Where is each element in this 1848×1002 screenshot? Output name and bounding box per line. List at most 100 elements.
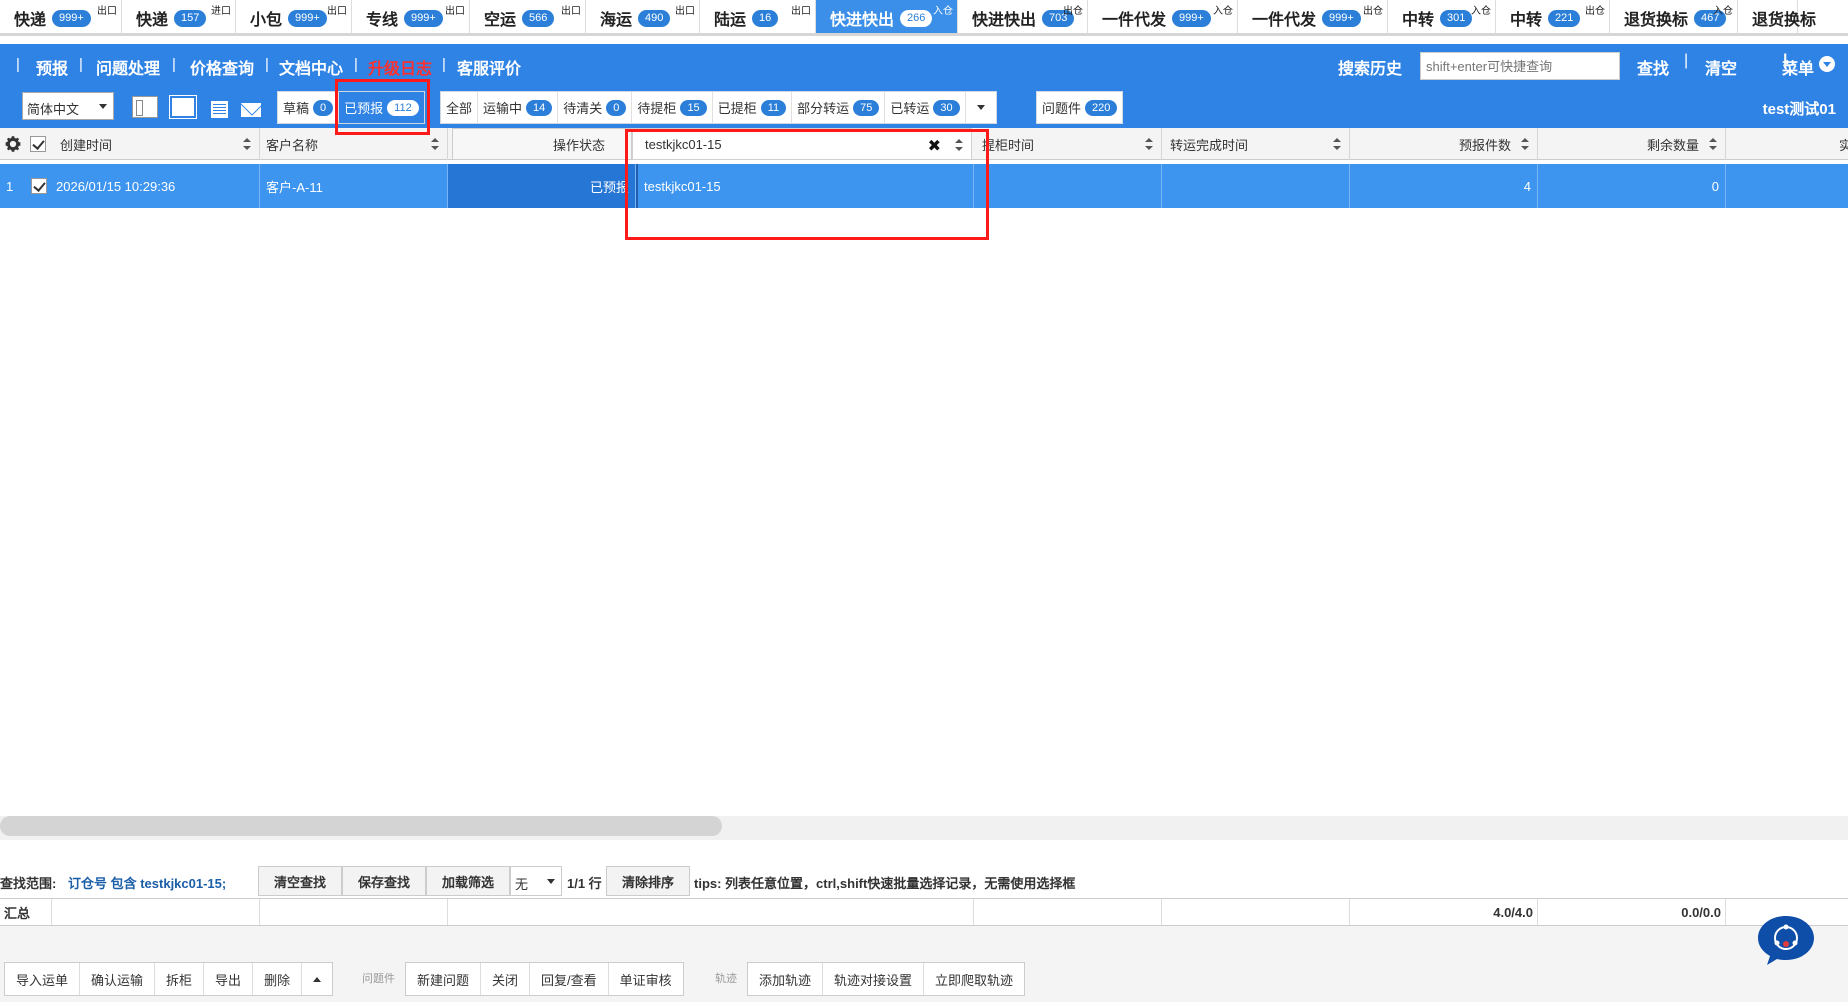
status-filter-button[interactable]: 问题件 220 [1037, 92, 1122, 123]
saved-filter-select[interactable]: 无 [510, 866, 562, 896]
chat-support-icon[interactable] [1756, 914, 1816, 966]
chevron-down-icon[interactable] [1819, 56, 1835, 72]
module-tab[interactable]: 快递 157 进口 [122, 0, 236, 33]
toolbar-button[interactable]: 添加轨迹 [748, 963, 824, 995]
sort-icon[interactable] [1145, 138, 1153, 150]
toolbar-button[interactable]: 立即爬取轨迹 [924, 963, 1024, 995]
column-header-remaining[interactable]: 剩余数量 [1538, 128, 1726, 160]
list-icon[interactable] [211, 101, 228, 118]
count-badge: 16 [752, 9, 779, 27]
status-filter-button[interactable]: 草稿 0 [278, 92, 340, 123]
column-header-transfer-time[interactable]: 转运完成时间 [1162, 128, 1350, 160]
scrollbar-thumb[interactable] [0, 816, 722, 836]
module-tab[interactable]: 小包 999+ 出口 [236, 0, 352, 33]
toolbar-button[interactable]: 轨迹对接设置 [823, 963, 925, 995]
module-tab[interactable]: 专线 999+ 出口 [352, 0, 470, 33]
single-view-icon[interactable] [169, 95, 197, 119]
module-tab[interactable]: 一件代发 999+ 入仓 [1088, 0, 1238, 33]
sort-icon[interactable] [955, 139, 963, 151]
toolbar-button[interactable]: 确认运输 [80, 963, 156, 995]
module-tab[interactable]: 一件代发 999+ 出仓 [1238, 0, 1388, 33]
module-tab[interactable]: 快递 999+ 出口 [0, 0, 122, 33]
sort-icon[interactable] [243, 138, 251, 150]
module-tab[interactable]: 退货换标 [1738, 0, 1816, 33]
module-tab[interactable]: 空运 566 出口 [470, 0, 586, 33]
language-select[interactable]: 简体中文 [22, 92, 114, 120]
status-filter-button[interactable]: 待提柜 15 [632, 92, 713, 123]
toolbar-button[interactable]: 回复/查看 [530, 963, 609, 995]
sort-icon[interactable] [1521, 138, 1529, 150]
column-header-forecast-qty[interactable]: 预报件数 [1350, 128, 1538, 160]
gear-icon[interactable] [4, 135, 22, 153]
search-history-button[interactable]: 搜索历史 [1338, 55, 1402, 79]
nav-item-problem-handling[interactable]: 问题处理 [96, 55, 160, 79]
module-tab[interactable]: 中转 301 入仓 [1388, 0, 1496, 33]
sort-icon[interactable] [1333, 138, 1341, 150]
nav-item-forecast[interactable]: 预报 [36, 55, 68, 79]
count-badge: 490 [638, 9, 671, 27]
mail-icon[interactable] [240, 102, 262, 118]
module-tab-label: 空运 [484, 12, 517, 29]
toolbar-button[interactable]: 新建问题 [406, 963, 482, 995]
select-all-checkbox[interactable] [30, 136, 46, 152]
column-header-received[interactable]: 实收 [1726, 128, 1848, 160]
summary-label: 汇总 [0, 899, 52, 925]
module-tab[interactable]: 海运 490 出口 [586, 0, 700, 33]
quick-search-input[interactable] [1420, 52, 1620, 80]
clear-button[interactable]: 清空 [1705, 55, 1737, 79]
toolbar-button[interactable]: 拆柜 [155, 963, 205, 995]
nav-item-service-review[interactable]: 客服评价 [457, 55, 521, 79]
chevron-down-icon [547, 879, 555, 884]
row-count: 1/1 行 [567, 876, 602, 891]
status-filter-button[interactable]: 部分转运 75 [792, 92, 886, 123]
module-tab[interactable]: 退货换标 467 入仓 [1610, 0, 1738, 33]
module-tab[interactable]: 中转 221 出仓 [1496, 0, 1610, 33]
status-filter-button[interactable]: 已预报 112 [339, 92, 424, 123]
nav-item-changelog[interactable]: 升级日志 [368, 55, 432, 79]
module-tab-tag: 入仓 [1713, 6, 1733, 17]
column-header-customer[interactable]: 客户名称 [260, 128, 448, 160]
split-view-icon[interactable] [132, 96, 158, 118]
count-badge: 112 [387, 99, 419, 116]
nav-item-doc-center[interactable]: 文档中心 [279, 55, 343, 79]
nav-item-price-query[interactable]: 价格查询 [190, 55, 254, 79]
nav-separator: | [16, 56, 20, 73]
status-filter-button[interactable]: 全部 [441, 92, 479, 123]
column-header-pickup-time[interactable]: 提柜时间 [974, 128, 1162, 160]
toolbar-button[interactable]: 删除 [253, 963, 303, 995]
count-badge: 14 [526, 99, 553, 116]
module-tab[interactable]: 快进快出 703 出仓 [958, 0, 1088, 33]
count-badge: 999+ [288, 9, 327, 27]
clear-sort-button[interactable]: 清除排序 [606, 866, 690, 896]
clear-search-button[interactable]: 清空查找 [258, 866, 342, 896]
horizontal-scrollbar[interactable] [0, 816, 1848, 840]
toolbar-button[interactable]: 导入运单 [5, 963, 81, 995]
column-filter-order-no[interactable]: testkjkc01-15 ✖ [632, 128, 972, 160]
find-button[interactable]: 查找 [1637, 55, 1669, 79]
menu-button[interactable]: 菜单 [1782, 55, 1814, 79]
toolbar-button[interactable]: 导出 [204, 963, 254, 995]
toolbar-button[interactable]: 单证审核 [609, 963, 683, 995]
toolbar-button[interactable]: 关闭 [481, 963, 531, 995]
save-search-button[interactable]: 保存查找 [342, 866, 426, 896]
row-checkbox[interactable] [31, 178, 47, 194]
load-filter-button[interactable]: 加载筛选 [426, 866, 510, 896]
status-filter-group-problem: 问题件 220 [1036, 91, 1124, 124]
status-filter-label: 已预报 [344, 101, 384, 116]
sort-icon[interactable] [431, 138, 439, 150]
status-filter-button[interactable]: 已转运 30 [885, 92, 966, 123]
summary-cell [260, 899, 448, 925]
status-filter-button[interactable]: 待清关 0 [558, 92, 633, 123]
status-filter-button[interactable]: 已提柜 11 [713, 92, 793, 123]
status-filter-button[interactable]: 运输中 14 [478, 92, 559, 123]
module-tab[interactable]: 快进快出 266 入仓 [816, 0, 958, 33]
sort-icon[interactable] [1709, 138, 1717, 150]
chevron-down-icon[interactable] [966, 92, 996, 123]
column-header-created[interactable]: 创建时间 [54, 128, 260, 160]
module-tab[interactable]: 陆运 16 出口 [700, 0, 816, 33]
close-icon[interactable]: ✖ [928, 136, 941, 156]
column-header-status[interactable]: 操作状态 [452, 128, 632, 160]
chevron-up-icon[interactable] [302, 963, 332, 995]
current-user[interactable]: test测试01 [1763, 98, 1836, 119]
table-row[interactable]: 1 2026/01/15 10:29:36 客户-A-11 已预报 testkj… [0, 164, 1848, 208]
